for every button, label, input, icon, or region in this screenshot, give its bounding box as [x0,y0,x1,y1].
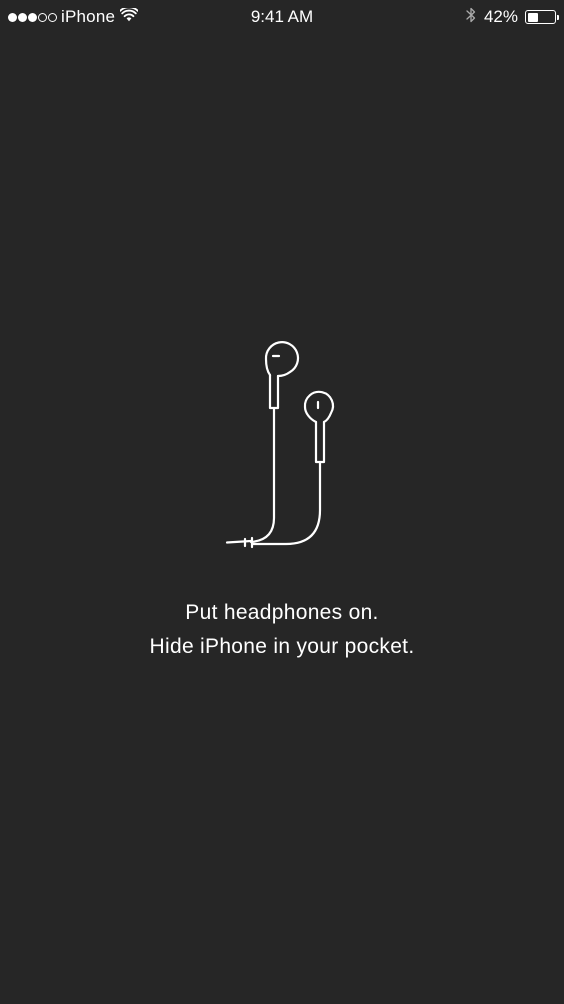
signal-dot [48,12,57,22]
instruction-message: Put headphones on. Hide iPhone in your p… [0,596,564,664]
instruction-line-2: Hide iPhone in your pocket. [149,635,415,658]
signal-dot [8,12,17,22]
instruction-line-1: Put headphones on. [185,601,379,624]
signal-dot [38,12,47,22]
battery-nub [557,14,559,20]
signal-dot [18,12,27,22]
status-bar: iPhone 9:41 AM 42% [0,0,564,34]
battery-icon [525,10,559,24]
signal-dots-icon [8,12,57,22]
screen: iPhone 9:41 AM 42% Put headphones on. Hi… [0,0,564,1004]
battery-level [527,12,538,22]
status-bar-left: iPhone [8,6,139,28]
signal-dot [28,12,37,22]
bluetooth-icon [466,6,476,29]
carrier-name: iPhone [61,7,116,26]
earphones-icon [220,340,350,554]
status-bar-right: 42% [466,6,559,29]
battery-percent: 42% [483,7,518,26]
wifi-icon [119,6,139,27]
